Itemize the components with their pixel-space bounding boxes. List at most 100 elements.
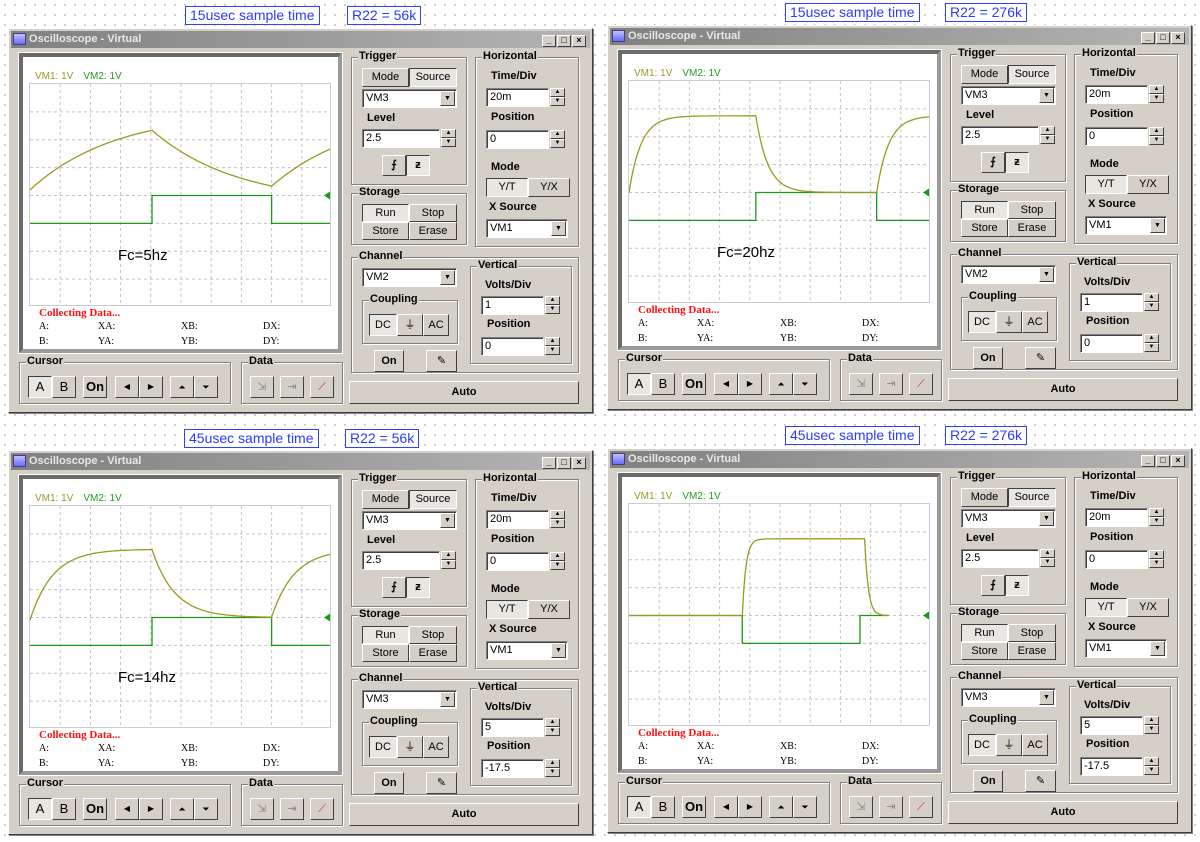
chevron-down-icon[interactable]: ▼ [1150, 218, 1165, 233]
spin-up-icon[interactable]: ▲ [441, 551, 456, 560]
h-position-spinner[interactable]: ▲ ▼ [550, 552, 565, 571]
falling-edge-button[interactable]: ƶ [1005, 152, 1029, 173]
erase-button[interactable]: Erase [1008, 642, 1056, 660]
time-div-input[interactable]: 20m [486, 88, 549, 107]
channel-select[interactable]: VM3 ▼ [961, 688, 1056, 707]
falling-edge-button[interactable]: ƶ [1005, 575, 1029, 596]
v-position-spinner[interactable]: ▲ ▼ [545, 759, 560, 778]
cursor-down-button[interactable]: ⏷ [194, 376, 218, 398]
falling-edge-button[interactable]: ƶ [406, 577, 430, 598]
spin-up-icon[interactable]: ▲ [1149, 550, 1164, 559]
ac-coupling-button[interactable]: AC [423, 736, 449, 758]
h-position-spinner[interactable]: ▲ ▼ [1149, 127, 1164, 146]
auto-button[interactable]: Auto [948, 801, 1178, 824]
trigger-source-select[interactable]: VM3 ▼ [961, 509, 1056, 528]
close-button[interactable]: × [572, 457, 586, 469]
stop-button[interactable]: Stop [409, 626, 457, 644]
cursor-on-button[interactable]: On [83, 376, 107, 398]
spin-up-icon[interactable]: ▲ [545, 296, 560, 305]
channel-on-button[interactable]: On [374, 772, 404, 794]
spin-down-icon[interactable]: ▼ [550, 519, 565, 528]
volts-div-input[interactable]: 5 [1080, 716, 1143, 735]
cursor-left-button[interactable]: ◀ [115, 376, 139, 398]
x-source-select[interactable]: VM1 ▼ [1085, 639, 1167, 658]
spin-down-icon[interactable]: ▼ [1149, 559, 1164, 568]
stop-button[interactable]: Stop [409, 204, 457, 222]
spin-down-icon[interactable]: ▼ [550, 139, 565, 148]
yt-mode-button[interactable]: Y/T [1085, 598, 1127, 617]
store-button[interactable]: Store [362, 644, 409, 662]
ac-coupling-button[interactable]: AC [1022, 311, 1048, 333]
level-input[interactable]: 2.5 [961, 126, 1039, 145]
minimize-button[interactable]: _ [1141, 455, 1155, 467]
yx-mode-button[interactable]: Y/X [1127, 175, 1169, 194]
spin-up-icon[interactable]: ▲ [545, 759, 560, 768]
spin-down-icon[interactable]: ▼ [1149, 517, 1164, 526]
channel-select[interactable]: VM2 ▼ [961, 265, 1056, 284]
maximize-button[interactable]: □ [557, 457, 571, 469]
store-button[interactable]: Store [362, 222, 409, 240]
yt-mode-button[interactable]: Y/T [486, 178, 528, 197]
cursor-a-button[interactable]: A [28, 798, 52, 820]
cursor-left-button[interactable]: ◀ [714, 796, 738, 818]
spin-up-icon[interactable]: ▲ [1144, 716, 1159, 725]
trigger-mode-button[interactable]: Mode [961, 488, 1008, 507]
spin-up-icon[interactable]: ▲ [550, 88, 565, 97]
ground-coupling-button[interactable]: ⏚ [996, 734, 1022, 756]
dc-coupling-button[interactable]: DC [968, 311, 996, 333]
cursor-right-button[interactable]: ▶ [139, 376, 163, 398]
cursor-a-button[interactable]: A [627, 796, 651, 818]
title-bar[interactable]: Oscilloscope - Virtual _ □ × [610, 28, 1189, 45]
minimize-button[interactable]: _ [542, 35, 556, 47]
cursor-b-button[interactable]: B [52, 376, 76, 398]
cursor-b-button[interactable]: B [52, 798, 76, 820]
chevron-down-icon[interactable]: ▼ [1039, 511, 1054, 526]
spin-down-icon[interactable]: ▼ [1149, 136, 1164, 145]
trigger-source-select[interactable]: VM3 ▼ [362, 511, 457, 530]
ac-coupling-button[interactable]: AC [1022, 734, 1048, 756]
yx-mode-button[interactable]: Y/X [528, 600, 570, 619]
h-position-input[interactable]: 0 [1085, 127, 1148, 146]
import-data-icon[interactable]: ⇲ [250, 798, 274, 820]
spin-down-icon[interactable]: ▼ [550, 97, 565, 106]
cursor-a-button[interactable]: A [627, 373, 651, 395]
h-position-input[interactable]: 0 [1085, 550, 1148, 569]
channel-select[interactable]: VM3 ▼ [362, 690, 457, 709]
spin-up-icon[interactable]: ▲ [1144, 293, 1159, 302]
cursor-left-button[interactable]: ◀ [714, 373, 738, 395]
erase-button[interactable]: Erase [409, 222, 457, 240]
yx-mode-button[interactable]: Y/X [1127, 598, 1169, 617]
rising-edge-button[interactable]: ⨍ [981, 575, 1005, 596]
volts-div-input[interactable]: 1 [481, 296, 544, 315]
level-spinner[interactable]: ▲ ▼ [1040, 126, 1055, 145]
trigger-source-button[interactable]: Source [409, 490, 457, 509]
export-data-icon[interactable]: ⇥ [280, 376, 304, 398]
volts-div-spinner[interactable]: ▲ ▼ [1144, 716, 1159, 735]
spin-up-icon[interactable]: ▲ [441, 129, 456, 138]
spin-up-icon[interactable]: ▲ [550, 552, 565, 561]
trigger-mode-button[interactable]: Mode [961, 65, 1008, 84]
close-button[interactable]: × [572, 35, 586, 47]
spin-down-icon[interactable]: ▼ [1144, 343, 1159, 352]
cursor-right-button[interactable]: ▶ [738, 373, 762, 395]
chevron-down-icon[interactable]: ▼ [440, 91, 455, 106]
time-div-input[interactable]: 20m [1085, 85, 1148, 104]
channel-select[interactable]: VM2 ▼ [362, 268, 457, 287]
chevron-down-icon[interactable]: ▼ [440, 513, 455, 528]
cursor-up-button[interactable]: ⏶ [170, 798, 194, 820]
spin-up-icon[interactable]: ▲ [1149, 508, 1164, 517]
erase-button[interactable]: Erase [1008, 219, 1056, 237]
run-button[interactable]: Run [362, 626, 409, 644]
import-data-icon[interactable]: ⇲ [250, 376, 274, 398]
spin-up-icon[interactable]: ▲ [1040, 126, 1055, 135]
volts-div-spinner[interactable]: ▲ ▼ [545, 296, 560, 315]
trigger-source-button[interactable]: Source [1008, 65, 1056, 84]
spin-up-icon[interactable]: ▲ [1040, 549, 1055, 558]
volts-div-input[interactable]: 1 [1080, 293, 1143, 312]
v-position-input[interactable]: 0 [481, 337, 544, 356]
cursor-on-button[interactable]: On [682, 373, 706, 395]
chevron-down-icon[interactable]: ▼ [1039, 267, 1054, 282]
dc-coupling-button[interactable]: DC [369, 736, 397, 758]
cursor-up-button[interactable]: ⏶ [170, 376, 194, 398]
spin-down-icon[interactable]: ▼ [1144, 302, 1159, 311]
